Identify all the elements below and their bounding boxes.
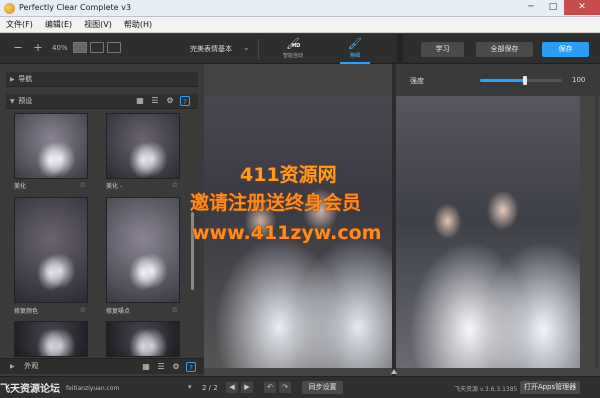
learn-button[interactable]: 学习 <box>421 42 464 57</box>
chevron-down-icon[interactable]: ⌄ <box>243 43 250 52</box>
star-icon[interactable]: ☆ <box>172 181 178 189</box>
menu-file[interactable]: 文件(F) <box>6 19 33 30</box>
next-image-button[interactable]: ▶ <box>241 382 253 393</box>
preset-grid: 美化 ☆ 美化 - ☆ 修复颜色 ☆ 修复噪点 ☆ <box>6 113 192 373</box>
preset-thumbnail[interactable] <box>14 197 88 303</box>
strength-slider-fill <box>480 79 526 82</box>
smart-auto-mode-button[interactable]: 🖌 HD 智能自动 <box>276 37 310 63</box>
strength-slider[interactable] <box>480 76 562 85</box>
hd-badge: HD <box>292 43 301 49</box>
strength-value: 100 <box>572 76 586 84</box>
close-button[interactable]: ✕ <box>564 0 600 15</box>
presets-label: 预设 <box>18 97 33 105</box>
preset-selector[interactable]: 完美表情基本 <box>190 44 232 54</box>
menu-edit[interactable]: 编辑(E) <box>45 19 72 30</box>
smart-auto-label: 智能自动 <box>282 53 303 59</box>
preset-thumbnail[interactable] <box>106 197 180 303</box>
help-icon[interactable]: ? <box>180 96 190 106</box>
help-icon[interactable]: ? <box>186 362 196 372</box>
image-counter: 2 / 2 <box>202 384 218 392</box>
zoom-in-button[interactable]: + <box>32 42 44 54</box>
prev-image-button[interactable]: ◀ <box>226 382 238 393</box>
preset-tools: ▦ ☰ ⚙ ? <box>135 96 190 106</box>
rotate-right-icon[interactable]: ↷ <box>279 382 291 393</box>
side-by-side-view-icon[interactable] <box>107 42 121 53</box>
watermark-slogan: 邀请注册送终身会员 <box>190 192 362 214</box>
split-view-icon[interactable] <box>90 42 104 53</box>
preset-thumbnail[interactable] <box>106 321 180 357</box>
menu-bar: 文件(F) 编辑(E) 视图(V) 帮助(H) <box>0 17 600 33</box>
grid-view-icon[interactable]: ▦ <box>141 362 151 372</box>
zoom-out-button[interactable]: − <box>12 42 24 54</box>
sync-settings-button[interactable]: 同步设置 <box>302 381 343 394</box>
appearance-label: 外观 <box>24 362 39 370</box>
fine-mode-button[interactable]: 🖌 精细 <box>340 37 370 64</box>
navigator-label: 导航 <box>18 75 33 83</box>
brush-icon: 🖌 <box>348 37 362 50</box>
preview-area: 强度 100 411资源网 邀请注册送终身会员 www.411zyw.com <box>190 64 600 376</box>
star-icon[interactable]: ☆ <box>80 306 86 314</box>
menu-view[interactable]: 视图(V) <box>84 19 112 30</box>
after-image[interactable] <box>396 96 580 368</box>
watermark-url: www.411zyw.com <box>192 222 382 244</box>
preset-label: 美化 - ☆ <box>106 181 178 190</box>
status-bar: 飞天资源论坛 feitianziyuan.com ▾ 2 / 2 ◀ ▶ ↶ ↷… <box>0 376 600 398</box>
settings-icon[interactable]: ⚙ <box>165 96 175 106</box>
single-view-icon[interactable] <box>73 42 87 53</box>
window-controls: ─ □ ✕ <box>520 0 600 15</box>
star-icon[interactable]: ☆ <box>80 181 86 189</box>
preset-thumbnail[interactable] <box>14 321 88 357</box>
menu-help[interactable]: 帮助(H) <box>124 19 152 30</box>
app-logo-icon <box>4 3 15 14</box>
toolbar-divider <box>258 38 259 60</box>
save-all-button[interactable]: 全部保存 <box>476 42 533 57</box>
chevron-down-icon[interactable]: ▾ <box>188 383 192 391</box>
preset-label: 修复颜色 ☆ <box>14 306 86 315</box>
settings-icon[interactable]: ⚙ <box>171 362 181 372</box>
watermark-logo: 飞天资源论坛 <box>0 384 60 395</box>
maximize-button[interactable]: □ <box>542 0 564 15</box>
expand-arrow-icon: ▶ <box>10 363 15 370</box>
fine-mode-label: 精细 <box>349 53 360 59</box>
appearance-tools: ▦ ☰ ⚙ ? <box>141 362 196 372</box>
watermark-title: 411资源网 <box>240 164 337 186</box>
preset-thumbnail[interactable] <box>14 113 88 179</box>
appearance-section-header[interactable]: ▶ 外观 ▦ ☰ ⚙ ? <box>0 358 204 374</box>
preset-label: 美化 ☆ <box>14 181 86 190</box>
save-button[interactable]: 保存 <box>542 42 589 57</box>
open-apps-manager-button[interactable]: 打开Apps管理器 <box>520 381 580 394</box>
minimize-button[interactable]: ─ <box>520 0 542 15</box>
split-handle-icon[interactable] <box>391 369 397 374</box>
presets-section-header[interactable]: ▼ 预设 ▦ ☰ ⚙ ? <box>6 94 198 109</box>
strength-slider-panel: 强度 100 <box>396 64 600 96</box>
preset-label: 修复噪点 ☆ <box>106 306 178 315</box>
window-title: Perfectly Clear Complete v3 <box>19 3 131 12</box>
rotate-left-icon[interactable]: ↶ <box>264 382 276 393</box>
list-view-icon[interactable]: ☰ <box>156 362 166 372</box>
panel-separator <box>397 34 403 64</box>
collapse-arrow-icon: ▼ <box>10 98 15 105</box>
strength-label: 强度 <box>410 77 424 85</box>
zoom-level: 40% <box>52 44 68 52</box>
expand-arrow-icon: ▶ <box>10 76 15 83</box>
left-panel: ▶ 导航 ▼ 预设 ▦ ☰ ⚙ ? 美化 ☆ 美化 - ☆ 修复颜色 ☆ 修复噪点 ☆ <box>0 64 204 376</box>
preset-thumbnail[interactable] <box>106 113 180 179</box>
watermark-url-small: feitianziyuan.com <box>66 385 120 392</box>
star-icon[interactable]: ☆ <box>172 306 178 314</box>
version-label: 飞天资源 v.3.6.3.1385 <box>454 386 518 393</box>
list-view-icon[interactable]: ☰ <box>150 96 160 106</box>
navigator-section-header[interactable]: ▶ 导航 <box>6 72 198 87</box>
title-bar: Perfectly Clear Complete v3 ─ □ ✕ <box>0 0 600 17</box>
strength-slider-knob[interactable] <box>523 76 528 85</box>
preview-scrollbar[interactable] <box>595 96 598 368</box>
view-mode-group <box>73 42 121 53</box>
grid-view-icon[interactable]: ▦ <box>135 96 145 106</box>
